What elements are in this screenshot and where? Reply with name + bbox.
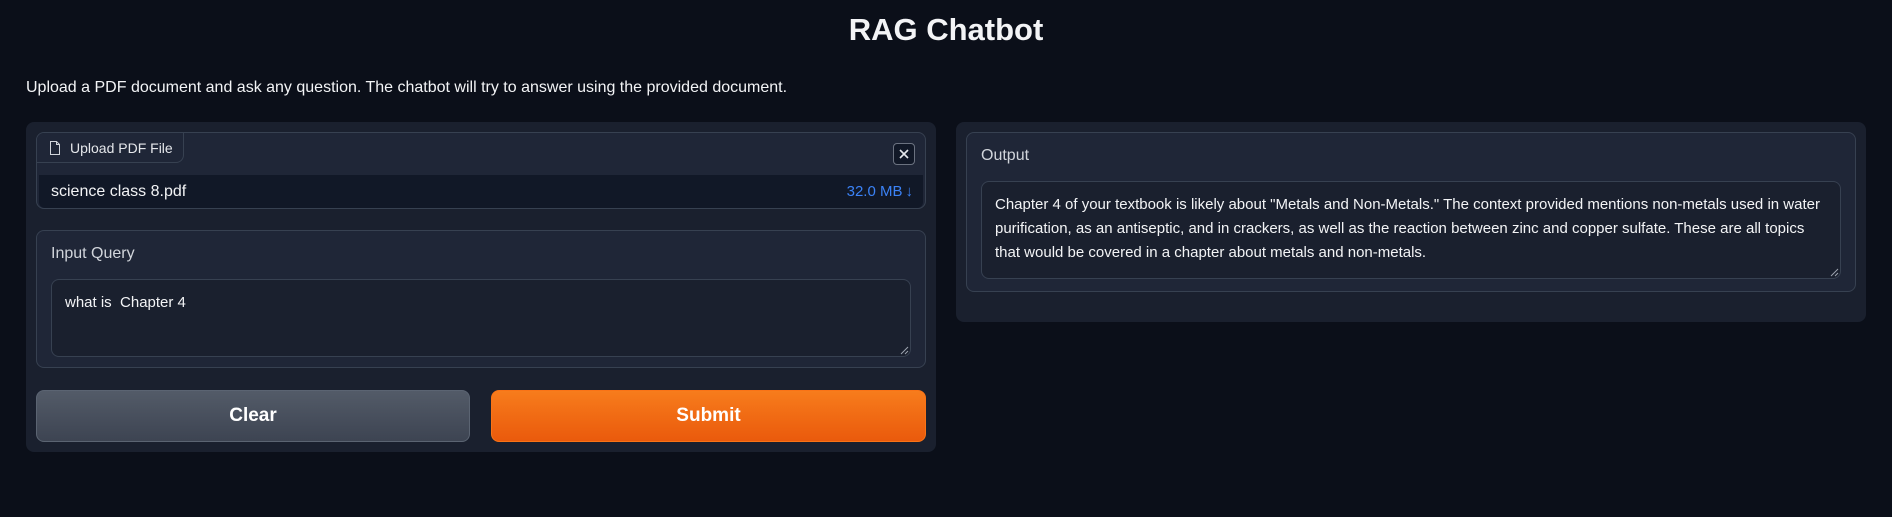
query-field-container: Input Query what is Chapter 4 xyxy=(36,230,926,368)
query-label: Input Query xyxy=(51,245,135,262)
input-panel: Upload PDF File science class 8.pdf 32.0… xyxy=(26,122,936,452)
file-upload[interactable]: Upload PDF File science class 8.pdf 32.0… xyxy=(36,132,926,209)
output-panel: Output Chapter 4 of your textbook is lik… xyxy=(956,122,1866,322)
page-description: Upload a PDF document and ask any questi… xyxy=(26,79,788,96)
file-icon xyxy=(50,140,60,155)
resize-grip-icon[interactable] xyxy=(899,345,909,355)
app-root: RAG Chatbot Upload a PDF document and as… xyxy=(0,0,1892,517)
file-download-link[interactable]: 32.0 MB ↓ xyxy=(847,183,913,200)
page-title: RAG Chatbot xyxy=(848,12,1044,47)
download-icon: ↓ xyxy=(905,183,914,200)
file-name: science class 8.pdf xyxy=(51,182,187,200)
upload-label-text: Upload PDF File xyxy=(70,139,173,156)
resize-grip-icon[interactable] xyxy=(1829,267,1839,277)
uploaded-file-row: science class 8.pdf 32.0 MB ↓ xyxy=(39,175,923,208)
query-input[interactable]: what is Chapter 4 xyxy=(51,279,911,357)
remove-file-button[interactable] xyxy=(893,143,915,165)
clear-button[interactable]: Clear xyxy=(36,390,470,442)
file-size: 32.0 MB xyxy=(846,183,903,200)
output-label: Output xyxy=(981,147,1030,164)
output-field-container: Output Chapter 4 of your textbook is lik… xyxy=(966,132,1856,292)
close-icon xyxy=(899,149,909,159)
submit-button[interactable]: Submit xyxy=(491,390,926,442)
output-text[interactable]: Chapter 4 of your textbook is likely abo… xyxy=(981,181,1841,279)
upload-label: Upload PDF File xyxy=(37,133,184,163)
